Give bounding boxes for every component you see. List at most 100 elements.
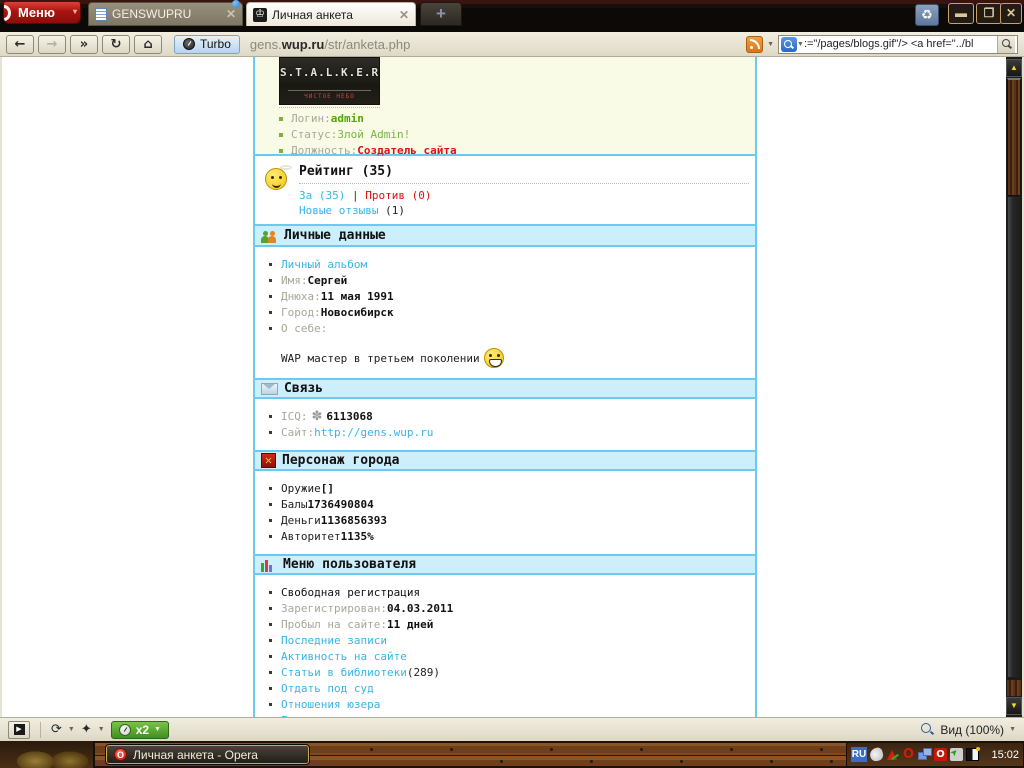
list-item: Днюха: 11 мая 1991 (269, 290, 749, 303)
avatar-title: S.T.A.L.K.E.R. (280, 66, 380, 79)
tray-punto-switcher-icon[interactable] (886, 748, 899, 761)
scrollbar-track-end (1007, 680, 1021, 696)
opera-menu-button[interactable]: Меню ▾ (3, 1, 81, 24)
login-value: admin (330, 112, 364, 125)
item-text: Свободная регистрация (281, 586, 421, 599)
turbo-compression-button[interactable]: x2 ▼ (110, 720, 169, 739)
tab-title: GENSWUPRU (112, 7, 192, 21)
restore-button[interactable]: ❐ (976, 3, 1002, 24)
list-item: Пробыл на сайте: 11 дней (269, 618, 749, 631)
section-header-contact: Связь (255, 378, 755, 399)
fast-forward-button[interactable]: » (70, 34, 98, 54)
language-indicator[interactable]: RU (851, 747, 867, 762)
search-go-button[interactable] (997, 35, 1015, 53)
zoom-dropdown-icon[interactable]: ▼ (1009, 726, 1016, 733)
sync-dropdown-icon[interactable]: ▼ (68, 726, 75, 733)
tray-updater-icon[interactable] (950, 748, 963, 761)
unite-icon[interactable]: ✦ (81, 722, 92, 737)
scroll-up-button[interactable]: ▲ (1006, 59, 1022, 77)
menu-link[interactable]: Статьи в библиотеки (281, 666, 407, 679)
item-value: 1136856393 (320, 514, 387, 527)
tray-opera-red-icon[interactable]: O (934, 748, 947, 761)
new-reviews-link[interactable]: Новые отзывы (299, 204, 378, 217)
new-tab-button[interactable]: + (420, 2, 462, 26)
zoom-icon (920, 722, 935, 737)
search-engine-icon[interactable] (781, 36, 797, 52)
search-input[interactable] (803, 38, 997, 50)
forward-button[interactable]: → (38, 34, 66, 54)
browser-statusbar: ▶ ⟳ ▼ ✦ ▼ x2 ▼ Вид (100%) ▼ (0, 717, 1024, 741)
menu-link[interactable]: Отношения юзера (281, 698, 380, 711)
status-row: Статус: Злой Admin! (279, 128, 755, 141)
avatar-image[interactable]: S.T.A.L.K.E.R. ЧИСТОЕ НЕБО (279, 57, 380, 105)
menu-link[interactable]: Последние записи (281, 634, 387, 647)
tray-opera-icon[interactable]: O (902, 748, 915, 761)
angel-smiley-icon (265, 165, 292, 190)
tab-anketa-active[interactable]: ♔ Личная анкета ✕ (246, 2, 416, 26)
album-link[interactable]: Личный альбом (281, 258, 367, 271)
icq-number: 6113068 (326, 410, 373, 423)
list-item: Личный альбом (269, 258, 749, 271)
tab-genswupru[interactable]: GENSWUPRU ✕ (88, 2, 243, 26)
tab-close-icon[interactable]: ✕ (226, 7, 236, 21)
bar-chart-icon (261, 558, 277, 572)
item-label: Пробыл на сайте: (281, 618, 387, 631)
menu-link[interactable]: Активность на сайте (281, 650, 407, 663)
panel-play-icon: ▶ (13, 724, 25, 735)
scrollbar-track[interactable] (1008, 197, 1020, 677)
item-suffix: (289) (406, 666, 440, 679)
search-engine-dropdown-icon[interactable]: ▼ (797, 41, 804, 48)
home-button[interactable]: ⌂ (134, 34, 162, 54)
people-icon (261, 228, 278, 243)
tab-notification-dot (232, 0, 240, 8)
avatar-subtitle: ЧИСТОЕ НЕБО (288, 90, 371, 100)
tray-swan-icon[interactable] (868, 746, 885, 763)
item-value: 11 мая 1991 (320, 290, 394, 303)
scrollbar-thumb[interactable] (1007, 78, 1021, 196)
list-item: Отношения юзера (269, 698, 749, 711)
clock[interactable]: 15:02 (991, 749, 1019, 761)
taskbar-opera-button[interactable]: O Личная анкета - Opera (105, 744, 310, 765)
vertical-scrollbar[interactable]: ▲ ▼ (1006, 57, 1022, 717)
unite-dropdown-icon[interactable]: ▼ (98, 726, 105, 733)
rating-block: Рейтинг (35) За (35) | Против (0) Новые … (255, 156, 755, 226)
minimize-button[interactable]: ▬ (948, 3, 974, 24)
turbo-button[interactable]: Turbo (174, 34, 240, 54)
grin-smiley-icon (483, 348, 504, 368)
list-item: Активность на сайте (269, 650, 749, 663)
zoom-label[interactable]: Вид (100%) (940, 723, 1004, 737)
tab-bar: Меню ▾ GENSWUPRU ✕ ♔ Личная анкета ✕ + ♻… (0, 0, 1024, 26)
reload-button[interactable]: ↻ (102, 34, 130, 54)
list-item: Деньги 1136856393 (269, 514, 749, 527)
section-header-persona: ✕ Персонаж города (255, 450, 755, 471)
list-item: ICQ: ✽ 6113068 (269, 410, 749, 423)
opera-icon: O (114, 748, 127, 761)
tray-network-icon[interactable] (918, 748, 932, 761)
item-label: Деньги (281, 514, 321, 527)
rating-for-link[interactable]: За (35) (299, 189, 345, 202)
section-title: Личные данные (284, 228, 386, 243)
personal-data-list: Личный альбом Имя: Сергей Днюха: 11 мая … (255, 247, 755, 346)
rating-against-link[interactable]: Против (0) (365, 189, 431, 202)
item-value: 11 дней (386, 618, 434, 631)
item-label: Город: (281, 306, 321, 319)
site-link[interactable]: http://gens.wup.ru (314, 426, 433, 439)
close-button[interactable]: ✕ (1000, 3, 1022, 24)
list-item: Оружие [] (269, 482, 749, 495)
rss-icon[interactable] (746, 35, 764, 53)
start-area[interactable] (0, 741, 95, 768)
tab-close-icon[interactable]: ✕ (399, 8, 409, 22)
closed-tabs-trash-button[interactable]: ♻ (915, 4, 939, 26)
divider (40, 721, 41, 738)
divider (279, 107, 380, 108)
panels-toggle-button[interactable]: ▶ (8, 720, 30, 739)
tray-utility-icon[interactable] (966, 747, 980, 761)
list-item: О себе: (269, 322, 749, 335)
turbo-label: Turbo (200, 37, 231, 51)
address-bar[interactable]: gens.wup.ru/str/anketa.php (250, 37, 410, 52)
scroll-down-button[interactable]: ▼ (1006, 697, 1022, 715)
back-button[interactable]: ← (6, 34, 34, 54)
menu-link[interactable]: Отдать под суд (281, 682, 374, 695)
sync-icon[interactable]: ⟳ (51, 722, 62, 737)
rss-dropdown-icon[interactable]: ▼ (767, 41, 774, 48)
